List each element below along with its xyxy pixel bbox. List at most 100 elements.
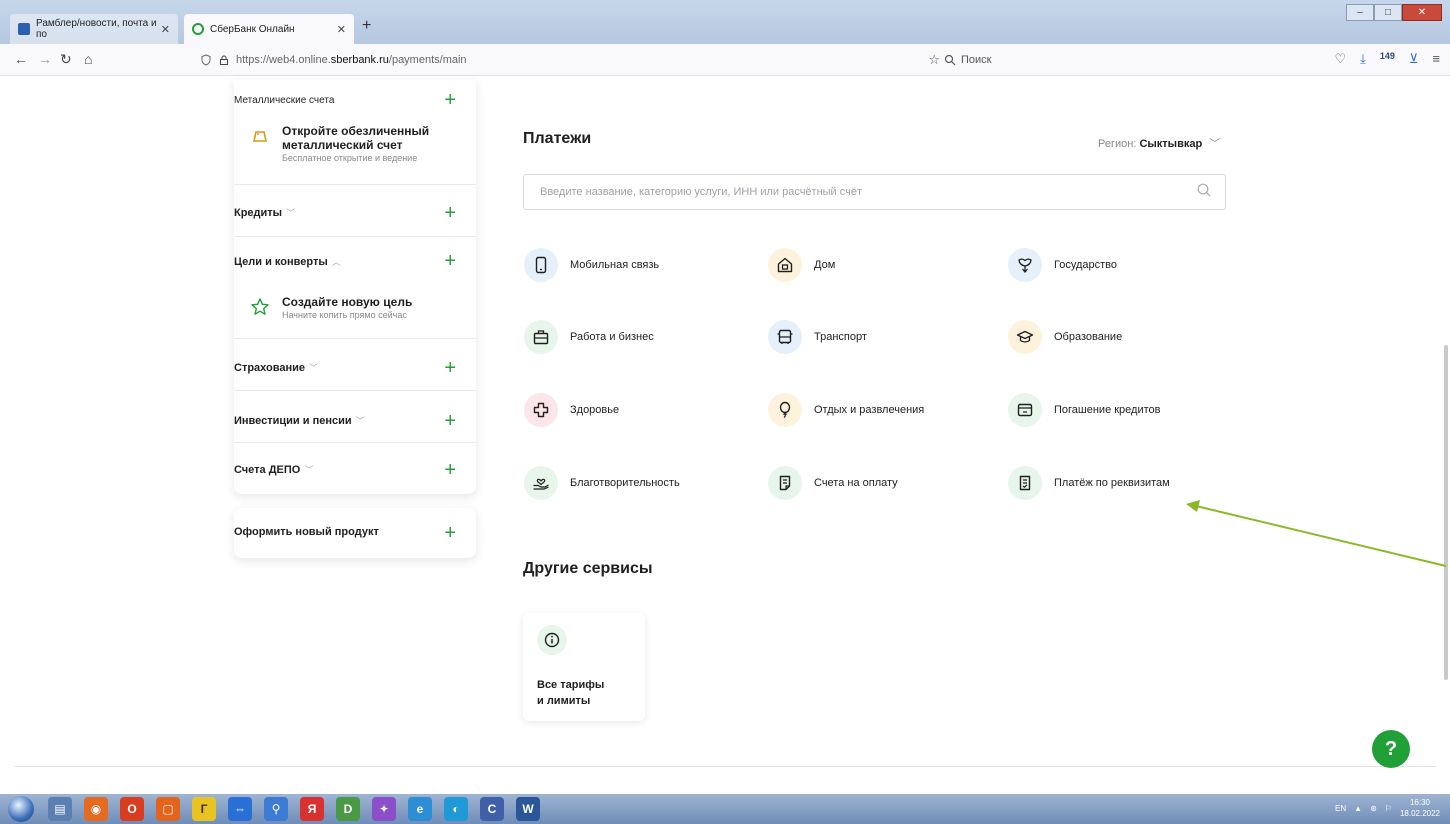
language-indicator[interactable]: EN <box>1335 804 1346 813</box>
window-close-icon[interactable]: ✕ <box>1402 4 1442 21</box>
forward-arrow-icon[interactable]: → <box>38 51 52 67</box>
explorer-icon[interactable]: ▤ <box>48 797 72 821</box>
pocket-icon[interactable]: ♡ <box>1334 51 1346 67</box>
home-icon[interactable]: ⌂ <box>84 51 92 67</box>
edge-icon[interactable]: ◐ <box>444 797 468 821</box>
search-icon[interactable] <box>1196 182 1212 198</box>
category-label: Работа и бизнес <box>570 331 654 343</box>
receipt-icon <box>1008 466 1042 500</box>
teamviewer-icon[interactable]: ⇔ <box>228 797 252 821</box>
word-icon[interactable]: W <box>516 797 540 821</box>
clock[interactable]: 16:30 18.02.2022 <box>1400 797 1440 819</box>
add-depo-button[interactable]: + <box>444 460 456 480</box>
add-insurance-button[interactable]: + <box>444 358 456 378</box>
category-mobile[interactable]: Мобильная связь <box>524 248 659 282</box>
payments-search-input[interactable] <box>523 174 1226 210</box>
category-education[interactable]: Образование <box>1008 320 1122 354</box>
firefox-icon[interactable]: ◉ <box>84 797 108 821</box>
maximize-icon[interactable]: □ <box>1374 4 1402 21</box>
category-business[interactable]: Работа и бизнес <box>524 320 654 354</box>
new-tab-plus-icon[interactable]: + <box>362 17 371 35</box>
category-label: Здоровье <box>570 404 620 416</box>
close-icon[interactable]: ✕ <box>337 23 346 36</box>
close-icon[interactable]: ✕ <box>161 23 170 36</box>
help-button[interactable]: ? <box>1372 730 1410 768</box>
shield-icon <box>201 54 211 66</box>
start-button[interactable] <box>8 796 34 822</box>
category-charity[interactable]: Благотворительность <box>524 466 680 500</box>
section-title: Инвестиции и пенсии ﹀ <box>234 415 365 427</box>
browser-search-box[interactable]: Поиск <box>944 49 1304 71</box>
add-investment-button[interactable]: + <box>444 411 456 431</box>
category-invoices[interactable]: Счета на оплату <box>768 466 898 500</box>
category-transport[interactable]: Транспорт <box>768 320 867 354</box>
section-title: Металлические счета <box>234 95 335 106</box>
add-metal-account-button[interactable]: + <box>444 90 456 110</box>
tab-rambler[interactable]: Рамблер/новости, почта и по ✕ <box>10 14 178 44</box>
minimize-icon[interactable]: – <box>1346 4 1374 21</box>
sber-favicon-icon <box>192 23 204 35</box>
reload-icon[interactable]: ↻ <box>60 51 72 68</box>
bookmark-star-icon[interactable]: ☆ <box>928 52 940 68</box>
back-arrow-icon[interactable]: ← <box>14 51 28 67</box>
category-label: Погашение кредитов <box>1054 404 1161 416</box>
category-government[interactable]: Государство <box>1008 248 1117 282</box>
sidebar-section-credits[interactable]: Кредиты ﹀ + <box>234 185 476 237</box>
tariffs-limits-card[interactable]: Все тарифы и лимиты <box>523 613 645 721</box>
promo-title: Создайте новую цель <box>282 295 413 309</box>
add-credit-button[interactable]: + <box>444 203 456 223</box>
sidebar-section-metal: Металлические счета + Откройте обезличен… <box>234 80 476 185</box>
flag-icon[interactable]: ⚐ <box>1385 804 1392 813</box>
bus-icon <box>768 320 802 354</box>
promo-new-goal[interactable]: Создайте новую цель Начните копить прямо… <box>250 295 412 320</box>
category-label: Государство <box>1054 259 1118 271</box>
chevron-down-icon: ﹀ <box>1209 138 1221 150</box>
app-c-icon[interactable]: C <box>480 797 504 821</box>
category-leisure[interactable]: Отдых и развлечения <box>768 393 924 427</box>
app-yellow-icon[interactable]: Г <box>192 797 216 821</box>
tab-sberbank[interactable]: СберБанк Онлайн ✕ <box>184 14 354 44</box>
new-product-plus-icon[interactable]: + <box>444 523 456 543</box>
app-orange-icon[interactable]: ▢ <box>156 797 180 821</box>
heart-hand-icon <box>524 466 558 500</box>
balloon-icon <box>768 393 802 427</box>
internet-explorer-icon[interactable]: e <box>408 797 432 821</box>
sidebar-section-insurance[interactable]: Страхование ﹀ + <box>234 339 476 391</box>
emblem-icon <box>1008 248 1042 282</box>
download-icon[interactable]: ⤓ <box>1360 51 1366 67</box>
page-scrollbar[interactable] <box>1444 345 1448 680</box>
yandex-icon[interactable]: Я <box>300 797 324 821</box>
tray-arrow-icon[interactable]: ▲ <box>1354 804 1362 813</box>
network-icon[interactable]: ⊛ <box>1370 804 1377 813</box>
add-goal-button[interactable]: + <box>444 251 456 271</box>
menu-icon[interactable]: ≡ <box>1432 51 1440 67</box>
opera-icon[interactable]: O <box>120 797 144 821</box>
chevron-down-icon: ﹀ <box>286 208 296 218</box>
category-label: Дом <box>814 259 836 271</box>
new-product-card[interactable]: Оформить новый продукт + <box>234 508 476 558</box>
category-label: Образование <box>1054 331 1123 343</box>
category-loan-repayment[interactable]: Погашение кредитов <box>1008 393 1161 427</box>
app-blue-icon[interactable]: ⚲ <box>264 797 288 821</box>
cart-icon[interactable]: ⊻ <box>1409 51 1419 67</box>
app-purple-icon[interactable]: ✦ <box>372 797 396 821</box>
extension-badge[interactable]: 149 <box>1380 51 1395 67</box>
category-health[interactable]: Здоровье <box>524 393 619 427</box>
search-icon <box>944 54 956 66</box>
payments-title: Платежи <box>523 130 592 147</box>
promo-subtitle: Начните копить прямо сейчас <box>282 310 407 320</box>
section-title[interactable]: Цели и конверты ︿ <box>234 255 341 268</box>
sidebar-section-investments[interactable]: Инвестиции и пенсии ﹀ + <box>234 391 476 443</box>
windows-taskbar: ▤ ◉ O ▢ Г ⇔ ⚲ Я D ✦ e ◐ C W EN ▲ ⊛ ⚐ 16:… <box>0 794 1450 824</box>
chevron-down-icon: ﹀ <box>355 416 365 426</box>
sidebar-section-depo[interactable]: Счета ДЕПО ﹀ + <box>234 443 476 494</box>
promo-metal-account[interactable]: Откройте обезличенный металлический счет… <box>250 124 452 163</box>
clock-date: 18.02.2022 <box>1399 809 1440 818</box>
section-title: Счета ДЕПО ﹀ <box>234 464 314 476</box>
phone-icon <box>524 248 558 282</box>
app-green-icon[interactable]: D <box>336 797 360 821</box>
region-selector[interactable]: Регион: Сыктывкар ﹀ <box>1098 135 1220 151</box>
category-home[interactable]: Дом <box>768 248 835 282</box>
category-payment-by-details[interactable]: Платёж по реквизитам <box>1008 466 1170 500</box>
url-bar[interactable]: https://web4.online.sberbank.ru/payments… <box>200 49 940 71</box>
